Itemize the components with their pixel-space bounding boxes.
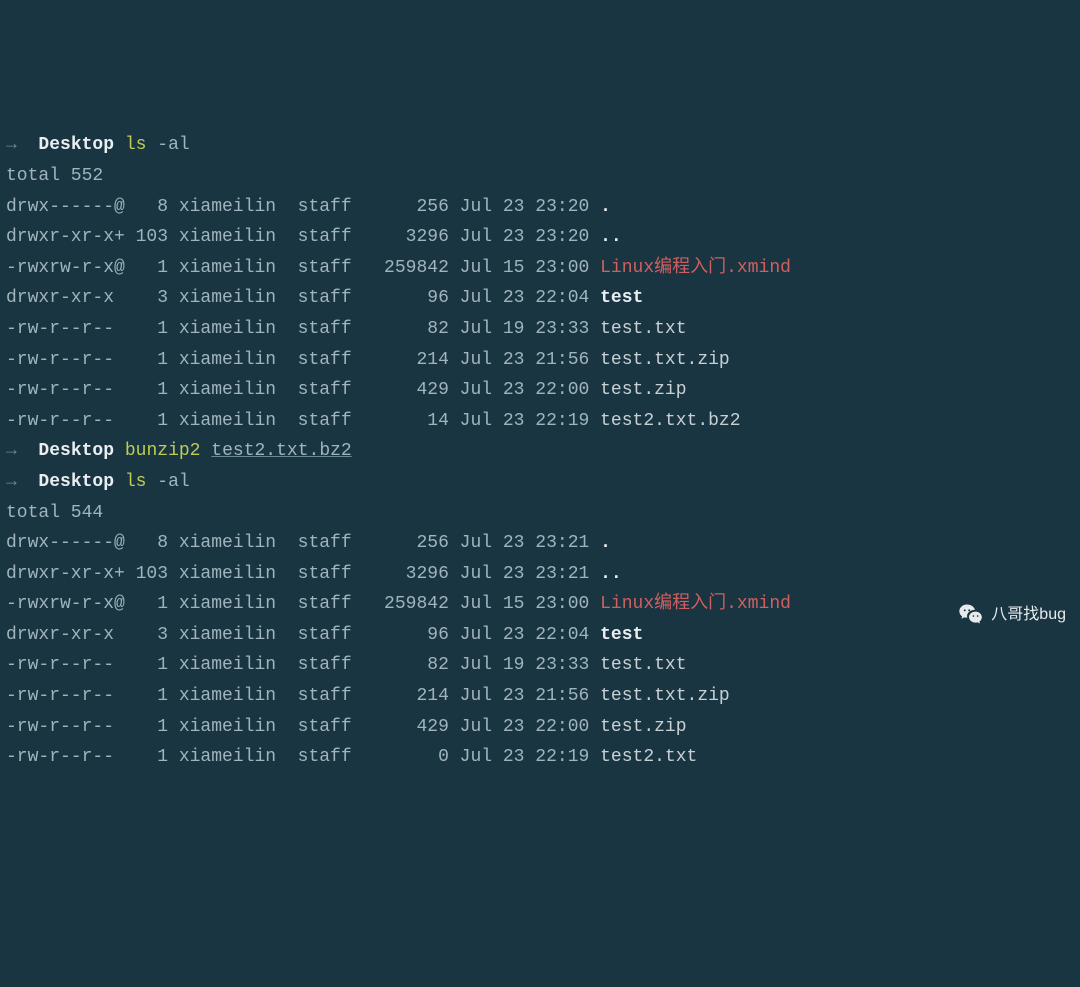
file-name: test.txt	[600, 319, 686, 339]
watermark-text: 八哥找bug	[991, 601, 1066, 628]
prompt-arrow-icon: →	[6, 441, 17, 461]
command-args: -al	[157, 135, 189, 155]
ls-row: -rw-r--r-- 1 xiameilin staff 214 Jul 23 …	[6, 681, 1080, 712]
file-name: test.txt.zip	[600, 350, 730, 370]
file-name: test.zip	[600, 380, 686, 400]
command: ls	[125, 472, 147, 492]
ls-total: total 544	[6, 498, 1080, 529]
ls-row: drwxr-xr-x 3 xiameilin staff 96 Jul 23 2…	[6, 620, 1080, 651]
file-name: test2.txt	[600, 747, 697, 767]
command: ls	[125, 135, 147, 155]
wechat-icon	[957, 601, 985, 629]
file-name: .	[600, 533, 611, 553]
ls-row: drwxr-xr-x 3 xiameilin staff 96 Jul 23 2…	[6, 283, 1080, 314]
ls-row: drwx------@ 8 xiameilin staff 256 Jul 23…	[6, 192, 1080, 223]
file-name: test.zip	[600, 717, 686, 737]
prompt-line: → Desktop ls -al	[6, 467, 1080, 498]
file-name: test.txt.zip	[600, 686, 730, 706]
ls-row: drwxr-xr-x+ 103 xiameilin staff 3296 Jul…	[6, 222, 1080, 253]
command-args: -al	[157, 472, 189, 492]
file-name: test2.txt.bz2	[600, 411, 740, 431]
file-name: ..	[600, 227, 622, 247]
ls-row: -rw-r--r-- 1 xiameilin staff 214 Jul 23 …	[6, 345, 1080, 376]
watermark: 八哥找bug	[957, 601, 1066, 629]
terminal-output: → Desktop ls -altotal 552drwx------@ 8 x…	[6, 130, 1080, 772]
ls-row: -rw-r--r-- 1 xiameilin staff 82 Jul 19 2…	[6, 314, 1080, 345]
file-name: test.txt	[600, 655, 686, 675]
ls-total: total 552	[6, 161, 1080, 192]
ls-row: -rw-r--r-- 1 xiameilin staff 0 Jul 23 22…	[6, 742, 1080, 773]
file-name: Linux编程入门.xmind	[600, 258, 791, 278]
prompt-line: → Desktop ls -al	[6, 130, 1080, 161]
cwd: Desktop	[38, 441, 114, 461]
ls-row: -rwxrw-r-x@ 1 xiameilin staff 259842 Jul…	[6, 589, 1080, 620]
file-name: test	[600, 288, 643, 308]
file-name: Linux编程入门.xmind	[600, 594, 791, 614]
ls-row: drwx------@ 8 xiameilin staff 256 Jul 23…	[6, 528, 1080, 559]
file-name: ..	[600, 564, 622, 584]
file-name: .	[600, 197, 611, 217]
command-args: test2.txt.bz2	[211, 441, 351, 461]
command: bunzip2	[125, 441, 201, 461]
ls-row: -rw-r--r-- 1 xiameilin staff 82 Jul 19 2…	[6, 650, 1080, 681]
ls-row: -rw-r--r-- 1 xiameilin staff 429 Jul 23 …	[6, 375, 1080, 406]
cwd: Desktop	[38, 472, 114, 492]
cwd: Desktop	[38, 135, 114, 155]
ls-row: -rw-r--r-- 1 xiameilin staff 14 Jul 23 2…	[6, 406, 1080, 437]
ls-row: -rwxrw-r-x@ 1 xiameilin staff 259842 Jul…	[6, 253, 1080, 284]
ls-row: drwxr-xr-x+ 103 xiameilin staff 3296 Jul…	[6, 559, 1080, 590]
prompt-arrow-icon: →	[6, 472, 17, 492]
prompt-line: → Desktop bunzip2 test2.txt.bz2	[6, 436, 1080, 467]
ls-row: -rw-r--r-- 1 xiameilin staff 429 Jul 23 …	[6, 712, 1080, 743]
prompt-arrow-icon: →	[6, 135, 17, 155]
